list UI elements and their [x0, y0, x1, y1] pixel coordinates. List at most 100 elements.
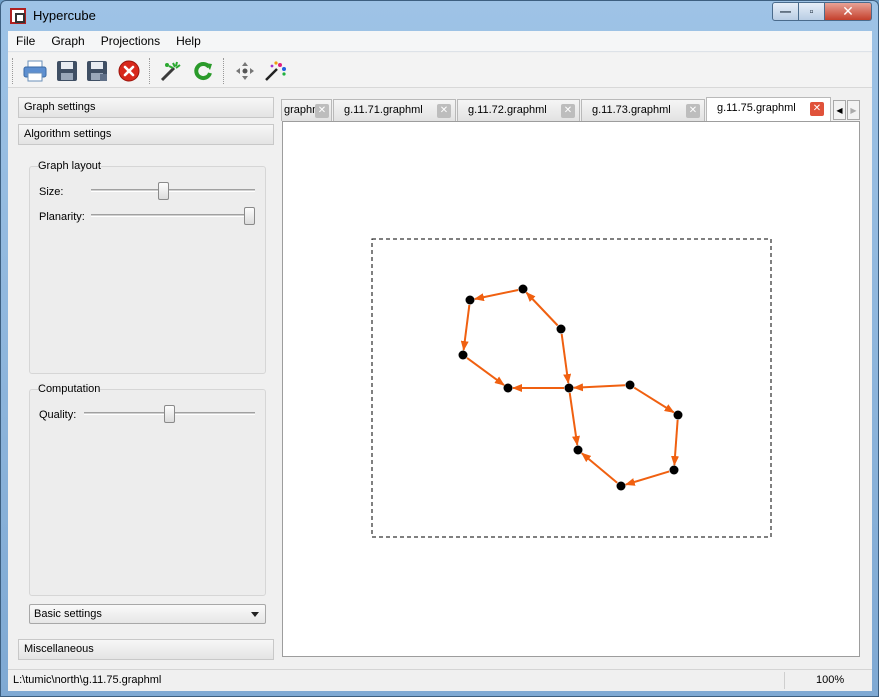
status-zoom-level: 100% [816, 674, 845, 686]
graph-canvas[interactable] [282, 121, 860, 657]
status-file-path: L:\tumic\north\g.11.75.graphml [13, 674, 162, 686]
graph-node[interactable] [573, 445, 583, 455]
nodes-layer [458, 284, 683, 491]
graph-layout-group: Graph layout Size: Planarity: [29, 160, 266, 374]
tab-close-icon[interactable]: ✕ [315, 104, 329, 118]
document-tabs: graphml ✕ g.11.71.graphml ✕ g.11.72.grap… [281, 97, 866, 122]
arrow-right-icon: ▶ [850, 105, 857, 115]
client-area: File Graph Projections Help Graph settin… [8, 31, 872, 691]
layout-wand-icon [160, 61, 181, 82]
print-icon [23, 60, 47, 82]
graph-drawing[interactable] [283, 122, 859, 656]
graph-node[interactable] [564, 383, 574, 393]
print-button[interactable] [21, 57, 49, 85]
graph-node[interactable] [616, 481, 626, 491]
preset-select-value: Basic settings [34, 608, 102, 620]
size-label: Size: [39, 186, 64, 198]
tab-label: g.11.73.graphml [592, 104, 671, 116]
save-as-icon [87, 61, 107, 81]
status-bar: L:\tumic\north\g.11.75.graphml 100% [8, 669, 872, 691]
window-controls: — ▫ ✕ [772, 2, 872, 21]
toolbar [8, 53, 872, 88]
app-window: Hypercube — ▫ ✕ File Graph Projections H… [0, 0, 879, 697]
tab-label: g.11.72.graphml [468, 104, 547, 116]
toolbar-separator [223, 58, 225, 84]
planarity-label: Planarity: [39, 211, 85, 223]
toolbar-separator [149, 58, 151, 84]
menu-graph[interactable]: Graph [43, 31, 92, 51]
graph-settings-section[interactable]: Graph settings [18, 97, 274, 118]
color-nodes-button[interactable] [261, 57, 289, 85]
toolbar-grip [12, 58, 14, 84]
tab-close-icon[interactable]: ✕ [561, 104, 575, 118]
graph-edge[interactable] [572, 383, 626, 392]
graph-node[interactable] [625, 380, 635, 390]
tab-label: g.11.71.graphml [344, 104, 423, 116]
planarity-slider-handle[interactable] [244, 207, 255, 225]
tab-close-icon[interactable]: ✕ [810, 102, 824, 116]
graph-node[interactable] [518, 284, 528, 294]
tab-label: g.11.75.graphml [717, 102, 796, 114]
maximize-button[interactable]: ▫ [799, 2, 825, 21]
status-divider [784, 672, 785, 689]
graph-node[interactable] [556, 324, 566, 334]
menu-bar: File Graph Projections Help [8, 31, 872, 52]
tab-scroll-left-button[interactable]: ◀ [833, 100, 846, 120]
tab-g-11-71[interactable]: g.11.71.graphml ✕ [333, 99, 456, 121]
graph-node[interactable] [669, 465, 679, 475]
computation-group: Computation Quality: [29, 383, 266, 596]
graph-edge[interactable] [624, 470, 670, 486]
miscellaneous-section[interactable]: Miscellaneous [18, 639, 274, 660]
size-slider-handle[interactable] [158, 182, 170, 200]
size-slider[interactable] [91, 189, 255, 192]
tab-g-11-73[interactable]: g.11.73.graphml ✕ [581, 99, 705, 121]
refresh-button[interactable] [189, 57, 217, 85]
close-file-button[interactable] [115, 57, 143, 85]
graph-edge[interactable] [581, 452, 618, 484]
graph-edge[interactable] [671, 419, 680, 467]
quality-slider-handle[interactable] [164, 405, 175, 423]
menu-help[interactable]: Help [168, 31, 209, 51]
tab-graphml[interactable]: graphml ✕ [281, 99, 332, 121]
graph-node[interactable] [503, 383, 513, 393]
save-button[interactable] [53, 57, 81, 85]
tab-close-icon[interactable]: ✕ [686, 104, 700, 118]
graph-edge[interactable] [466, 357, 505, 386]
graph-edge[interactable] [473, 289, 519, 302]
graph-edge[interactable] [560, 333, 572, 385]
graph-node[interactable] [458, 350, 468, 360]
tab-g-11-72[interactable]: g.11.72.graphml ✕ [457, 99, 580, 121]
chevron-down-icon [251, 612, 259, 617]
tab-scroll-right-button[interactable]: ▶ [847, 100, 860, 120]
arrow-left-icon: ◀ [836, 105, 843, 115]
graph-node[interactable] [465, 295, 475, 305]
computation-title: Computation [38, 383, 101, 395]
minimize-button[interactable]: — [772, 2, 799, 21]
layout-button[interactable] [157, 57, 185, 85]
save-as-button[interactable] [83, 57, 111, 85]
title-bar[interactable]: Hypercube — ▫ ✕ [1, 1, 878, 31]
save-icon [57, 61, 77, 81]
quality-label: Quality: [39, 409, 77, 421]
close-window-button[interactable]: ✕ [825, 2, 872, 21]
graph-edge[interactable] [568, 392, 580, 447]
graph-node[interactable] [673, 410, 683, 420]
color-wand-icon [265, 61, 286, 81]
window-title: Hypercube [33, 8, 96, 23]
graph-edge[interactable] [460, 304, 471, 352]
planarity-slider[interactable] [91, 214, 255, 217]
algorithm-settings-section[interactable]: Algorithm settings [18, 124, 274, 145]
menu-projections[interactable]: Projections [93, 31, 168, 51]
move-nodes-icon [236, 62, 254, 80]
graph-edge[interactable] [633, 386, 675, 414]
tab-g-11-75[interactable]: g.11.75.graphml ✕ [706, 97, 831, 122]
close-file-icon [118, 60, 140, 82]
move-nodes-button[interactable] [231, 57, 259, 85]
tab-close-icon[interactable]: ✕ [437, 104, 451, 118]
menu-file[interactable]: File [8, 31, 43, 51]
graph-layout-title: Graph layout [38, 160, 101, 172]
preset-select[interactable]: Basic settings [29, 604, 266, 624]
refresh-icon [194, 62, 212, 81]
hypercube-app-icon [10, 8, 26, 24]
graph-edge[interactable] [525, 291, 559, 327]
